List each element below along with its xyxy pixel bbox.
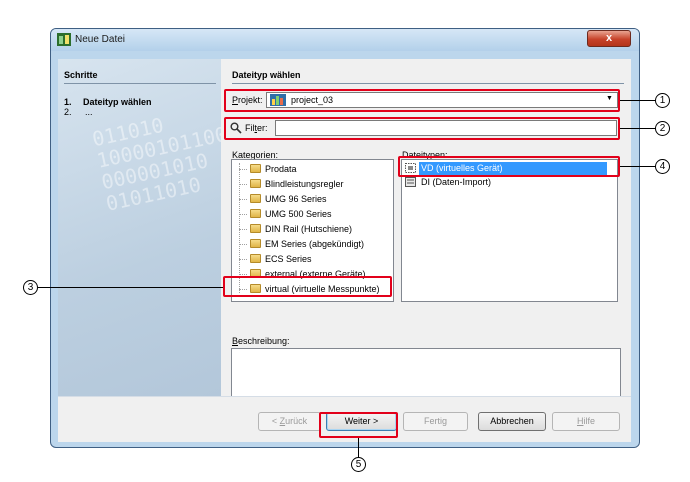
filetypes-list[interactable]: VD (virtuelles Gerät) DI (Daten-Import)	[401, 159, 618, 302]
tree-item-umg96[interactable]: UMG 96 Series	[239, 193, 327, 206]
step-1-label: Dateityp wählen	[83, 97, 152, 107]
app-icon	[57, 33, 71, 46]
filetype-item-di-label: DI (Daten-Import)	[421, 177, 492, 187]
description-label: Beschreibung:	[232, 336, 290, 346]
back-button[interactable]: < Zurück	[258, 412, 321, 431]
folder-icon	[250, 209, 261, 218]
folder-icon	[250, 239, 261, 248]
callout-line-4	[620, 166, 656, 167]
folder-icon	[250, 224, 261, 233]
step-2-number: 2.	[64, 107, 72, 117]
tree-item-ecs-series[interactable]: ECS Series	[239, 253, 312, 266]
folder-icon	[250, 254, 261, 263]
tree-item-blindleistungsregler[interactable]: Blindleistungsregler	[239, 178, 344, 191]
callout-2: 2	[655, 121, 670, 136]
highlight-project	[224, 89, 620, 112]
description-box[interactable]	[231, 348, 621, 398]
steps-pane: 011010 10000101100 000001010 01011010 Sc…	[58, 59, 229, 396]
highlight-next-button	[319, 412, 398, 438]
cancel-button[interactable]: Abbrechen	[478, 412, 546, 431]
filetype-item-di[interactable]: DI (Daten-Import)	[404, 176, 607, 189]
title-bar[interactable]: Neue Datei x	[51, 29, 639, 51]
callout-1: 1	[655, 93, 670, 108]
help-button[interactable]: Hilfe	[552, 412, 620, 431]
highlight-virtual-category	[223, 276, 392, 297]
window-title: Neue Datei	[75, 34, 126, 45]
folder-icon	[250, 194, 261, 203]
close-button[interactable]: x	[587, 30, 631, 47]
callout-3: 3	[23, 280, 38, 295]
step-1: 1. Dateityp wählen	[64, 97, 152, 107]
highlight-filter	[224, 117, 620, 140]
binary-watermark: 011010 10000101100 000001010 01011010	[90, 112, 230, 216]
step-2-label: ...	[85, 107, 93, 117]
section-divider	[232, 83, 624, 84]
steps-divider	[64, 83, 216, 84]
callout-line-2	[620, 128, 656, 129]
tree-item-em-series[interactable]: EM Series (abgekündigt)	[239, 238, 364, 251]
highlight-vd-filetype	[398, 156, 620, 177]
callout-line-1	[620, 100, 656, 101]
tree-item-prodata[interactable]: Prodata	[239, 163, 297, 176]
data-import-icon	[405, 177, 416, 187]
tree-item-umg500[interactable]: UMG 500 Series	[239, 208, 332, 221]
callout-5: 5	[351, 457, 366, 472]
folder-icon	[250, 179, 261, 188]
folder-icon	[250, 164, 261, 173]
tree-item-din-rail[interactable]: DIN Rail (Hutschiene)	[239, 223, 352, 236]
finish-button[interactable]: Fertig	[403, 412, 468, 431]
step-2: 2. ...	[64, 107, 93, 117]
step-1-number: 1.	[64, 97, 72, 107]
callout-4: 4	[655, 159, 670, 174]
steps-header: Schritte	[64, 70, 98, 80]
section-title: Dateityp wählen	[232, 70, 301, 80]
callout-line-5	[358, 438, 359, 458]
callout-line-3	[38, 287, 223, 288]
